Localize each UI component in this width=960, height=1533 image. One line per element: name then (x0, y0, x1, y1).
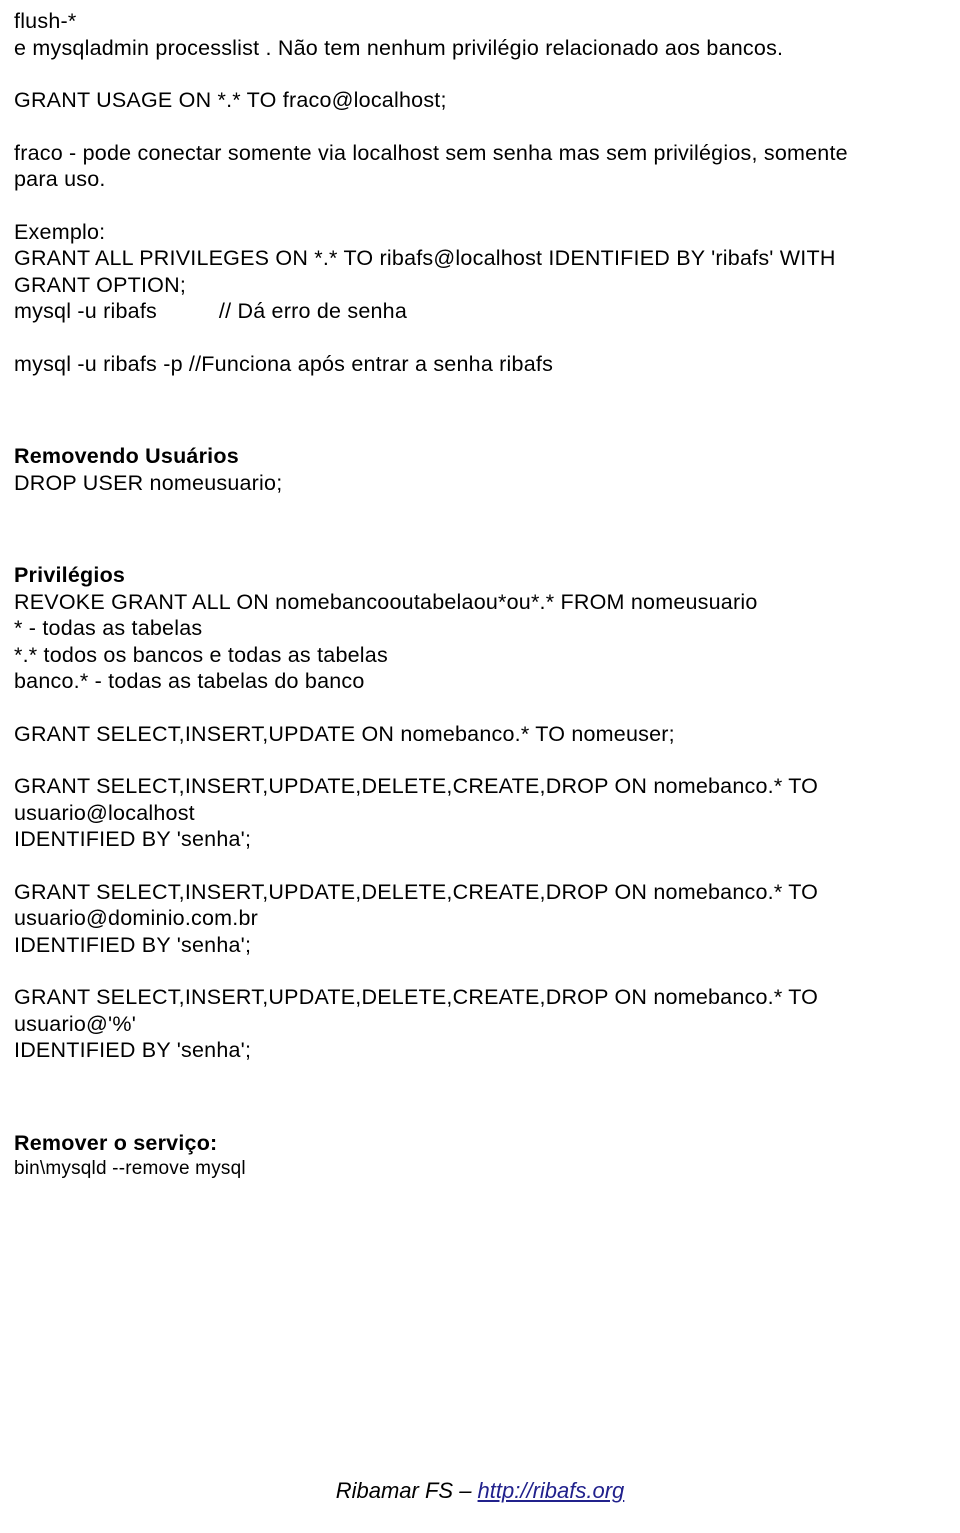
document-body: flush-* e mysqladmin processlist . Não t… (14, 8, 950, 1181)
paragraph-mysql-p: mysql -u ribafs -p //Funciona após entra… (14, 351, 950, 378)
text-line: IDENTIFIED BY 'senha'; (14, 1038, 252, 1062)
paragraph-exemplo: Exemplo: GRANT ALL PRIVILEGES ON *.* TO … (14, 219, 950, 325)
section-heading: Removendo Usuários (14, 444, 239, 468)
page-footer: Ribamar FS – http://ribafs.org (0, 1478, 960, 1504)
text-line: para uso. (14, 167, 106, 191)
text-line: IDENTIFIED BY 'senha'; (14, 827, 252, 851)
section-remover-servico: Remover o serviço: bin\mysqld --remove m… (14, 1130, 950, 1182)
paragraph-intro: flush-* e mysqladmin processlist . Não t… (14, 8, 950, 61)
text-line: usuario@localhost (14, 800, 195, 825)
paragraph-grant-usage: GRANT USAGE ON *.* TO fraco@localhost; (14, 87, 950, 114)
text-line: mysql -u ribafs -p //Funciona após entra… (14, 351, 554, 376)
paragraph-grant-wildcard: GRANT SELECT,INSERT,UPDATE,DELETE,CREATE… (14, 984, 950, 1064)
text-line: GRANT USAGE ON *.* TO fraco@localhost; (14, 88, 447, 112)
text-line: fraco - pode conectar somente via localh… (14, 140, 848, 165)
text-line: GRANT SELECT,INSERT,UPDATE,DELETE,CREATE… (14, 774, 819, 798)
text-line: REVOKE GRANT ALL ON nomebancooutabelaou*… (14, 589, 758, 614)
text-line: GRANT SELECT,INSERT,UPDATE,DELETE,CREATE… (14, 879, 819, 904)
text-line: mysql -u ribafs // Dá erro de senha (14, 299, 408, 323)
footer-author: Ribamar FS (335, 1478, 460, 1503)
paragraph-grant-dominio: GRANT SELECT,INSERT,UPDATE,DELETE,CREATE… (14, 879, 950, 959)
text-line: e mysqladmin processlist . Não tem nenhu… (14, 35, 784, 60)
section-heading: Privilégios (14, 563, 126, 587)
footer-website-link[interactable]: http://ribafs.org (478, 1478, 625, 1503)
text-line: * - todas as tabelas (14, 616, 203, 640)
text-line: *.* todos os bancos e todas as tabelas (14, 642, 388, 667)
document-page: flush-* e mysqladmin processlist . Não t… (0, 0, 960, 1533)
paragraph-grant-basic: GRANT SELECT,INSERT,UPDATE ON nomebanco.… (14, 721, 950, 748)
text-line: GRANT ALL PRIVILEGES ON *.* TO ribafs@lo… (14, 246, 836, 270)
text-line: usuario@'%' (14, 1011, 137, 1036)
text-line: banco.* - todas as tabelas do banco (14, 669, 365, 693)
footer-separator: – (459, 1478, 478, 1503)
text-line: usuario@dominio.com.br (14, 906, 259, 930)
text-line: IDENTIFIED BY 'senha'; (14, 932, 252, 957)
section-heading: Remover o serviço: (14, 1130, 218, 1155)
text-line: GRANT SELECT,INSERT,UPDATE ON nomebanco.… (14, 721, 675, 746)
text-line: bin\mysqld --remove mysql (14, 1158, 246, 1179)
section-removendo-usuarios: Removendo Usuários DROP USER nomeusuario… (14, 443, 950, 496)
text-line: flush-* (14, 9, 77, 33)
text-line: Exemplo: (14, 219, 106, 244)
text-line: GRANT OPTION; (14, 272, 187, 297)
text-line: DROP USER nomeusuario; (14, 470, 283, 495)
section-privilegios: Privilégios REVOKE GRANT ALL ON nomebanc… (14, 562, 950, 695)
paragraph-grant-localhost: GRANT SELECT,INSERT,UPDATE,DELETE,CREATE… (14, 773, 950, 853)
text-line: GRANT SELECT,INSERT,UPDATE,DELETE,CREATE… (14, 985, 819, 1009)
paragraph-fraco-explicacao: fraco - pode conectar somente via localh… (14, 140, 950, 193)
